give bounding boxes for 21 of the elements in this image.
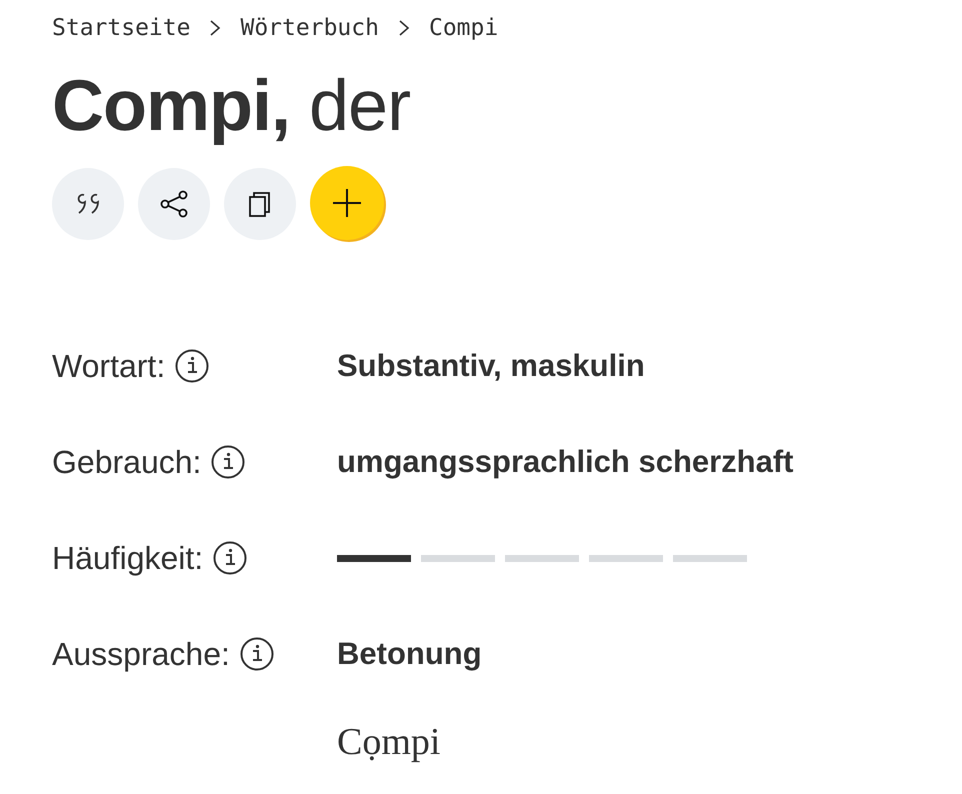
breadcrumb-link[interactable]: Startseite [52, 15, 190, 41]
quote-icon [75, 193, 101, 215]
detail-label: Aussprache: [52, 636, 230, 672]
info-icon[interactable] [213, 541, 248, 575]
detail-label: Gebrauch: [52, 444, 202, 480]
detail-label: Häufigkeit: [52, 540, 204, 576]
info-icon[interactable] [240, 637, 274, 671]
stress-word: Cọmpi [337, 720, 440, 764]
detail-value: Betonung [337, 636, 482, 672]
chevron-icon [208, 20, 222, 36]
breadcrumb-link[interactable]: Compi [428, 15, 498, 41]
share-icon [159, 189, 189, 219]
plus-icon [332, 188, 362, 218]
detail-value: Substantiv, maskulin [337, 348, 645, 384]
detail-label: Wortart: [52, 348, 166, 384]
chevron-icon [396, 20, 411, 36]
info-icon[interactable] [175, 349, 210, 383]
copy-icon [248, 190, 272, 218]
info-icon[interactable] [211, 445, 246, 479]
breadcrumb-link[interactable]: Wörterbuch [240, 15, 379, 41]
detail-value: umgangssprachlich scherzhaft [337, 444, 794, 480]
